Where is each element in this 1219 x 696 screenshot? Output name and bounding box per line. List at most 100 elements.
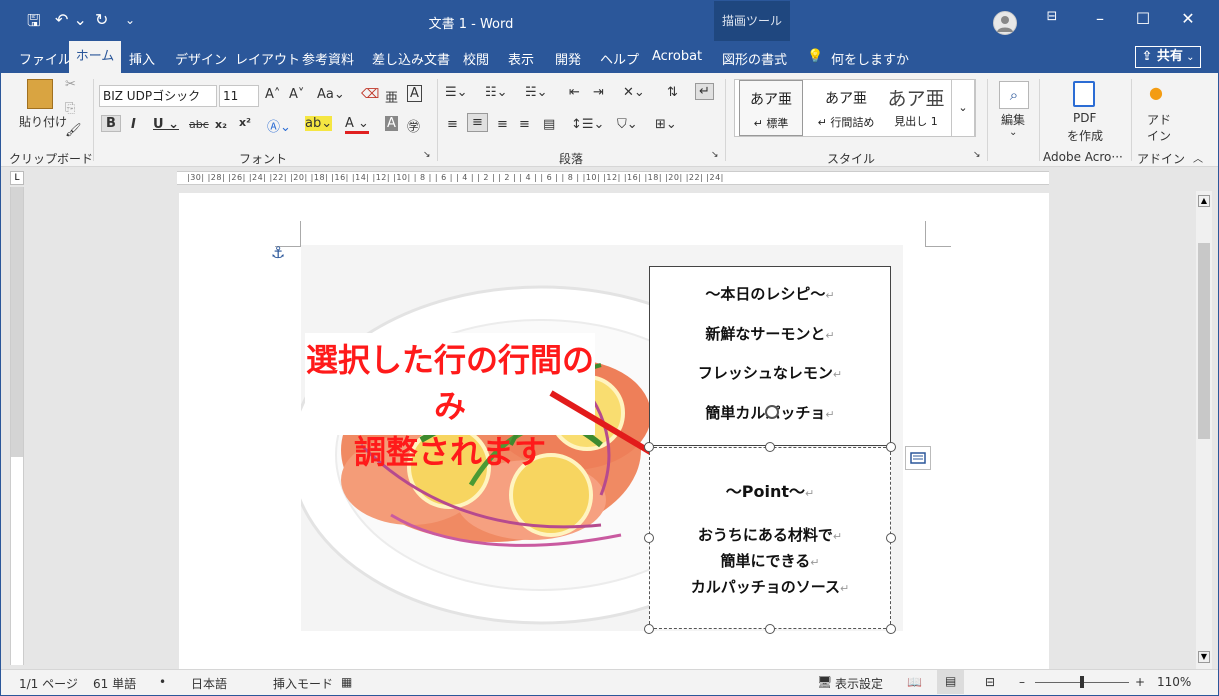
addin-icon[interactable]: ● [1149,83,1163,102]
resize-handle[interactable] [644,442,654,452]
resize-handle[interactable] [886,442,896,452]
pdf-icon[interactable] [1073,81,1095,107]
shrink-font-icon[interactable]: A˅ [289,87,304,102]
font-size-select[interactable]: 11 [219,85,259,107]
zoom-out-button[interactable]: – [1019,675,1025,689]
save-icon[interactable]: 🖫 [27,10,41,37]
format-painter-icon[interactable]: 🖌 [65,123,82,138]
resize-handle[interactable] [765,624,775,634]
tab-insert[interactable]: 挿入 [129,49,155,68]
resize-handle[interactable] [886,624,896,634]
tab-help[interactable]: ヘルプ [600,49,639,68]
redo-icon[interactable]: ↻ [95,10,108,29]
char-shading-icon[interactable]: A [385,116,398,131]
vertical-scrollbar[interactable]: ▲ ▼ [1196,191,1212,669]
tab-shape-format[interactable]: 図形の書式 [722,49,787,68]
layout-options-button[interactable] [905,446,931,470]
italic-button[interactable]: I [131,117,136,132]
minimize-button[interactable]: – [1083,9,1117,28]
clear-format-icon[interactable]: ⌫ [361,87,379,102]
read-mode-icon[interactable]: 📖 [907,675,922,689]
font-name-select[interactable]: BIZ UDPゴシック [99,85,217,107]
addin-label-2[interactable]: イン [1147,127,1171,144]
display-settings-button[interactable]: 表示設定 [835,675,883,692]
resize-handle[interactable] [886,533,896,543]
ribbon-display-icon[interactable]: ⊟ [1035,9,1069,24]
tab-acrobat[interactable]: Acrobat [652,49,702,64]
create-pdf-label-2[interactable]: を作成 [1067,127,1103,144]
font-dialog-launcher-icon[interactable]: ↘ [423,150,431,160]
multilevel-list-icon[interactable]: ☵⌄ [525,85,548,100]
zoom-level[interactable]: 110% [1157,675,1191,689]
tab-developer[interactable]: 開発 [555,49,581,68]
enclose-char-icon[interactable]: ㊫ [407,116,420,135]
line-spacing-icon[interactable]: ↕☰⌄ [571,117,604,132]
paste-label[interactable]: 貼り付け [19,113,67,130]
account-avatar[interactable] [993,11,1017,35]
decrease-indent-icon[interactable]: ⇤ [569,85,580,100]
copy-icon[interactable]: ⎘ [65,101,75,116]
bold-button[interactable]: B [101,115,121,132]
numbering-icon[interactable]: ☷⌄ [485,85,508,100]
tab-home[interactable]: ホーム [69,41,121,73]
tab-mailings[interactable]: 差し込み文書 [372,49,450,68]
scroll-down-button[interactable]: ▼ [1198,651,1210,663]
zoom-slider-thumb[interactable] [1080,676,1084,688]
align-center-icon[interactable]: ≡ [467,113,488,132]
grow-font-icon[interactable]: A˄ [265,87,280,102]
increase-indent-icon[interactable]: ⇥ [593,85,604,100]
style-heading-1[interactable]: あア亜 見出し 1 [883,80,949,136]
anchor-icon[interactable]: ⚓ [271,243,285,262]
paragraph-dialog-launcher-icon[interactable]: ↘ [711,150,719,160]
char-border-icon[interactable]: A [407,85,422,102]
collapse-ribbon-icon[interactable]: ︿ [1193,150,1203,165]
tab-file[interactable]: ファイル [19,49,71,68]
underline-button[interactable]: U ⌄ [153,117,179,132]
maximize-button[interactable]: ☐ [1126,9,1160,28]
asian-layout-icon[interactable]: ✕⌄ [623,85,645,100]
resize-handle[interactable] [644,533,654,543]
insert-mode-status[interactable]: 挿入モード [273,675,333,692]
editing-button[interactable]: 編集 [1001,111,1025,128]
word-count[interactable]: 61 単語 [93,675,136,692]
tab-review[interactable]: 校閲 [463,49,489,68]
tab-view[interactable]: 表示 [508,49,534,68]
web-layout-icon[interactable]: ⊟ [985,675,995,689]
show-marks-button[interactable]: ↵ [695,83,714,100]
customize-qat-icon[interactable]: ⌄ [125,13,135,27]
close-button[interactable]: ✕ [1171,9,1205,28]
subscript-button[interactable]: x₂ [215,118,227,131]
share-button[interactable]: ⇪ 共有 ⌄ [1135,46,1201,68]
vertical-ruler[interactable] [10,187,24,665]
display-settings-icon[interactable]: 🖥 [817,675,832,689]
borders-icon[interactable]: ⊞⌄ [655,117,677,132]
styles-more-button[interactable]: ⌄ [951,79,975,137]
undo-icon[interactable]: ↶ ⌄ [55,10,87,29]
style-no-spacing[interactable]: あア亜 ↵ 行間詰め [811,80,881,136]
horizontal-ruler[interactable]: |30| |28| |26| |24| |22| |20| |18| |16| … [177,171,1049,185]
language-status[interactable]: 日本語 [191,675,227,692]
text-effects-icon[interactable]: Ⓐ⌄ [267,116,291,135]
macro-recording-icon[interactable]: ▦ [341,675,352,689]
styles-dialog-launcher-icon[interactable]: ↘ [973,150,981,160]
tab-selector-icon[interactable]: L [10,171,24,185]
point-textbox[interactable]: ～Point～↵ おうちにある材料で↵ 簡単にできる↵ カルパッチョのソース↵ [649,447,891,629]
scroll-up-button[interactable]: ▲ [1198,195,1210,207]
tab-design[interactable]: デザイン [175,49,227,68]
tab-layout[interactable]: レイアウト [235,49,300,68]
cut-icon[interactable]: ✂ [65,77,76,92]
tab-references[interactable]: 参考資料 [302,49,354,68]
paste-icon[interactable] [27,79,53,109]
zoom-in-button[interactable]: + [1135,675,1145,689]
create-pdf-label[interactable]: PDF [1073,111,1096,125]
style-normal[interactable]: あア亜 ↵ 標準 [739,80,803,136]
tell-me-box[interactable]: 何をしますか [831,49,909,68]
distribute-icon[interactable]: ▤ [543,117,555,132]
superscript-button[interactable]: x² [239,116,251,129]
change-case-icon[interactable]: Aa⌄ [317,87,345,102]
strikethrough-button[interactable]: abc [189,118,209,131]
scroll-thumb[interactable] [1198,243,1210,439]
highlight-icon[interactable]: ab⌄ [305,116,333,131]
rotate-handle[interactable] [765,405,779,419]
recipe-textbox[interactable]: ～本日のレシピ～↵ 新鮮なサーモンと↵ フレッシュなレモン↵ 簡単カルパッチョ↵ [649,266,891,446]
